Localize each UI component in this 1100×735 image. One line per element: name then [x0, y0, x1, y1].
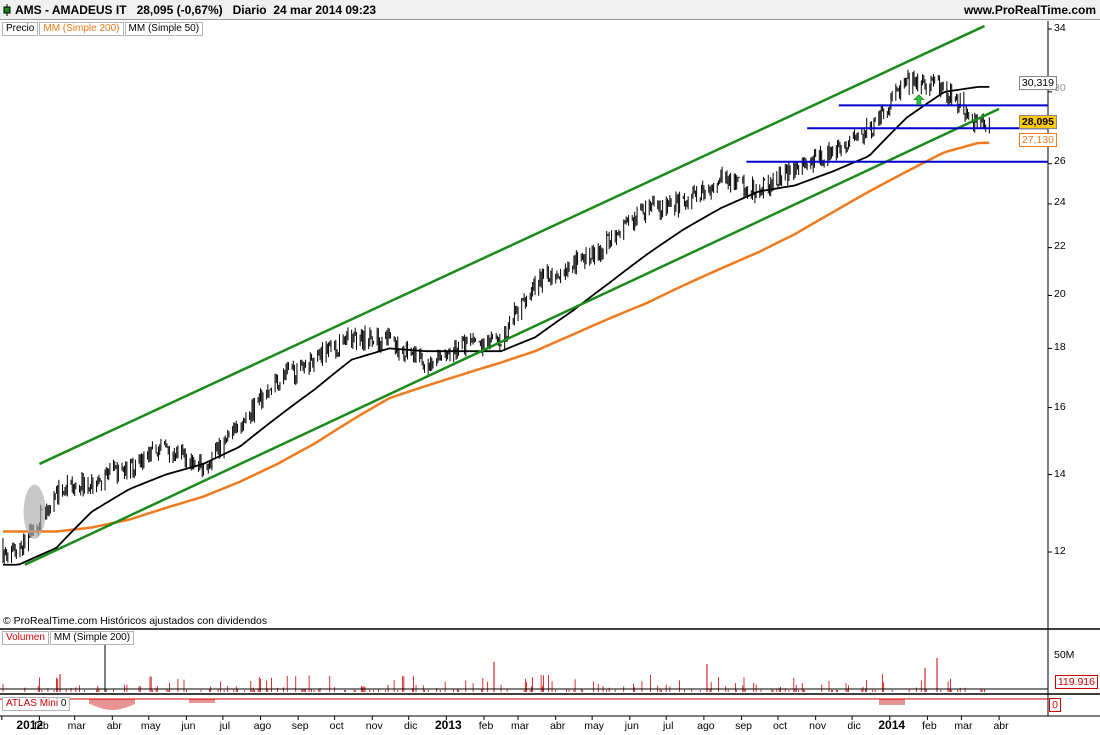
- chart-header: AMS - AMADEUS IT 28,095 (-0,67%) Diario 24…: [0, 0, 1100, 20]
- panel-frames: [0, 21, 1100, 717]
- datetime: 24 mar 2014 09:23: [273, 3, 377, 17]
- atlas-panel-tags: ATLAS Mini 0: [2, 697, 71, 711]
- x-tick-label: feb: [34, 720, 49, 732]
- x-tick-label: mar: [67, 720, 86, 732]
- x-tick-label: nov: [365, 720, 383, 732]
- x-tick-label: sep: [291, 720, 309, 732]
- y-tick: 14: [1054, 468, 1066, 480]
- ma50-value-label: 30,319: [1018, 76, 1057, 90]
- atlas-histogram: [0, 698, 1048, 710]
- y-tick: 34: [1054, 22, 1066, 34]
- y-tick: 12: [1054, 545, 1066, 557]
- x-tick-label: oct: [329, 720, 344, 732]
- x-tick-label: jul: [662, 720, 674, 732]
- last-price-change: 28,095 (-0,67%): [136, 3, 223, 17]
- x-tick-label: 2014: [878, 718, 906, 732]
- atlas-y-tick: 0: [1049, 698, 1061, 712]
- x-tick-label: jun: [624, 720, 639, 732]
- price-panel-tags: Precio MM (Simple 200) MM (Simple 50): [2, 22, 204, 36]
- y-tick: 26: [1054, 155, 1066, 167]
- y-tick: 16: [1054, 401, 1066, 413]
- y-tick: 20: [1054, 288, 1066, 300]
- volume-ma-label: 119.916: [1054, 675, 1098, 689]
- x-tick-label: mar: [954, 720, 973, 732]
- candlestick-icon: [3, 4, 11, 16]
- tag-volume[interactable]: Volumen: [2, 631, 49, 645]
- x-tick-label: feb: [478, 720, 494, 732]
- x-tick-label: abr: [550, 720, 566, 732]
- x-tick-label: dic: [403, 720, 418, 732]
- tag-atlas[interactable]: ATLAS Mini 0: [2, 697, 71, 711]
- x-tick-label: may: [140, 720, 161, 732]
- tag-ma200[interactable]: MM (Simple 200): [39, 22, 124, 36]
- x-tick-label: dic: [847, 720, 861, 732]
- x-tick-label: ago: [253, 720, 272, 732]
- period: Diario: [232, 3, 267, 17]
- x-tick-label: 2013: [435, 718, 462, 732]
- site-url: www.ProRealTime.com: [963, 3, 1096, 17]
- atlas-name: ATLAS Mini: [6, 698, 59, 709]
- y-tick: 22: [1054, 240, 1066, 252]
- tag-ma50[interactable]: MM (Simple 50): [124, 22, 204, 36]
- source-note: © ProRealTime.com Históricos ajustados c…: [3, 615, 268, 627]
- x-tick-label: may: [584, 720, 605, 732]
- y-tick: 18: [1054, 341, 1066, 353]
- x-tick-label: nov: [809, 720, 827, 732]
- x-tick-label: abr: [106, 720, 122, 732]
- y-tick: 24: [1054, 196, 1066, 208]
- volume-y-tick: 50M: [1054, 649, 1075, 661]
- last-price-label: 28,095: [1018, 115, 1057, 129]
- x-tick-label: abr: [993, 720, 1009, 732]
- atlas-value: 0: [60, 698, 67, 709]
- x-tick-label: sep: [735, 720, 753, 732]
- header-left: AMS - AMADEUS IT 28,095 (-0,67%) Diario 24…: [3, 3, 376, 17]
- x-tick-label: mar: [510, 720, 530, 732]
- x-tick-label: ago: [697, 720, 715, 732]
- x-tick-label: jul: [219, 720, 231, 732]
- highlight-ellipse: [23, 484, 46, 539]
- x-tick-label: oct: [772, 720, 787, 732]
- ma200-value-label: 27,130: [1018, 133, 1057, 147]
- price-panel-bg: [0, 21, 1100, 628]
- tag-volume-ma200[interactable]: MM (Simple 200): [49, 631, 135, 645]
- tag-price[interactable]: Precio: [2, 22, 39, 36]
- volume-panel-tags: Volumen MM (Simple 200): [2, 631, 135, 645]
- volume-bars: [0, 634, 1048, 692]
- ticker-name: AMS - AMADEUS IT: [15, 3, 127, 17]
- x-tick-label: jun: [181, 720, 196, 732]
- x-tick-label: feb: [922, 720, 937, 732]
